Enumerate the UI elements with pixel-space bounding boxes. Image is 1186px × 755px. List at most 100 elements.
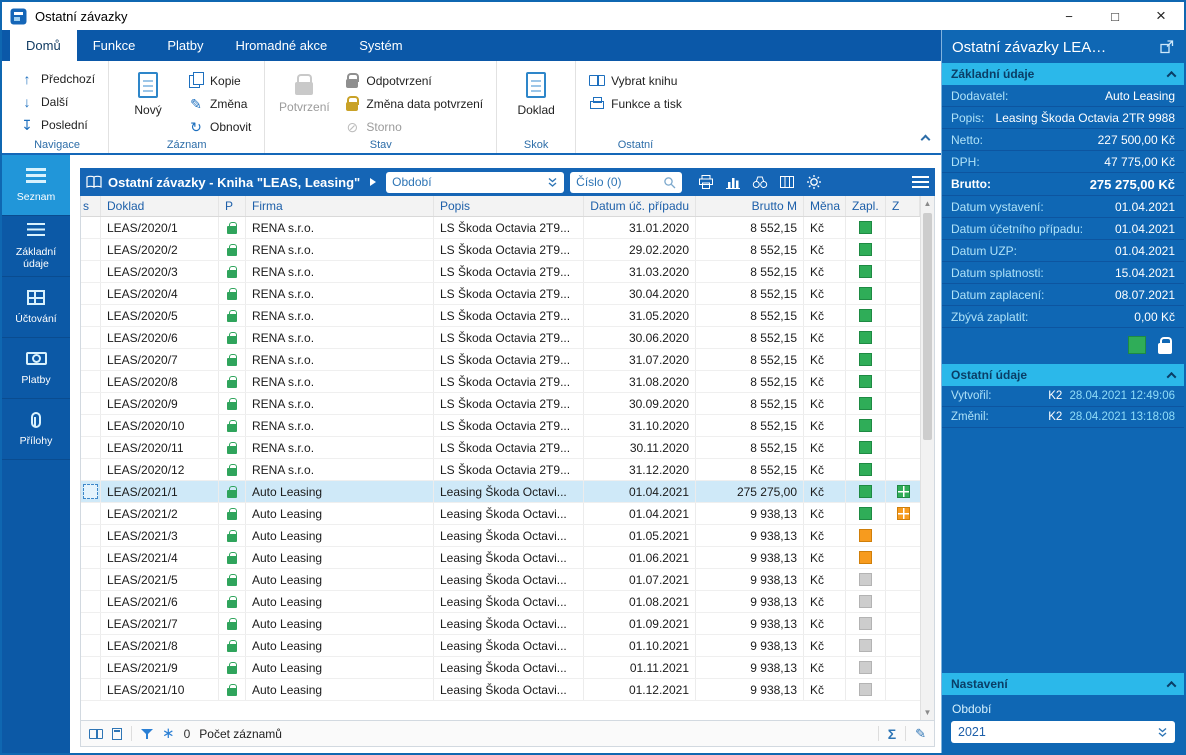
row-selector-cell[interactable] <box>81 261 101 282</box>
record-count-label[interactable]: Počet záznamů <box>199 727 282 741</box>
ribbon-collapse-button[interactable] <box>920 134 931 145</box>
copy-button[interactable]: Kopie <box>185 71 254 90</box>
change-confirm-date-button[interactable]: Změna data potvrzení <box>341 94 486 113</box>
table-row[interactable]: LEAS/2021/1 Auto Leasing Leasing Škoda O… <box>81 481 920 503</box>
table-row[interactable]: LEAS/2020/12 RENA s.r.o. LS Škoda Octavi… <box>81 459 920 481</box>
scroll-up-arrow[interactable]: ▲ <box>921 196 934 211</box>
binoculars-icon[interactable] <box>752 174 768 190</box>
column-header[interactable]: Doklad <box>101 196 219 216</box>
sum-icon[interactable]: Σ <box>888 726 896 742</box>
table-row[interactable]: LEAS/2020/7 RENA s.r.o. LS Škoda Octavia… <box>81 349 920 371</box>
table-row[interactable]: LEAS/2020/9 RENA s.r.o. LS Škoda Octavia… <box>81 393 920 415</box>
select-book-button[interactable]: Vybrat knihu <box>586 71 685 90</box>
view-book-icon[interactable] <box>89 728 103 739</box>
row-selector-cell[interactable] <box>81 371 101 392</box>
previous-button[interactable]: ↑ Předchozí <box>16 69 98 88</box>
open-in-window-icon[interactable] <box>1159 39 1174 54</box>
unconfirm-button[interactable]: Odpotvrzení <box>341 71 486 90</box>
ribbon-tab[interactable]: Hromadné akce <box>219 30 343 61</box>
table-row[interactable]: LEAS/2021/3 Auto Leasing Leasing Škoda O… <box>81 525 920 547</box>
table-row[interactable]: LEAS/2021/6 Auto Leasing Leasing Škoda O… <box>81 591 920 613</box>
table-row[interactable]: LEAS/2020/5 RENA s.r.o. LS Škoda Octavia… <box>81 305 920 327</box>
row-selector-cell[interactable] <box>81 679 101 700</box>
period-filter-combo[interactable]: Období <box>386 171 565 193</box>
sidebar-item[interactable]: Přílohy <box>2 399 70 460</box>
row-selector-cell[interactable] <box>81 481 101 502</box>
row-selector-cell[interactable] <box>81 547 101 568</box>
next-button[interactable]: ↓ Další <box>16 92 98 111</box>
table-row[interactable]: LEAS/2021/5 Auto Leasing Leasing Škoda O… <box>81 569 920 591</box>
section-header-nastaveni[interactable]: Nastavení <box>942 673 1184 695</box>
new-button[interactable]: Nový <box>119 69 177 117</box>
column-header[interactable]: Měna <box>804 196 846 216</box>
row-selector-cell[interactable] <box>81 525 101 546</box>
table-row[interactable]: LEAS/2020/3 RENA s.r.o. LS Škoda Octavia… <box>81 261 920 283</box>
row-selector-cell[interactable] <box>81 635 101 656</box>
sidebar-item[interactable]: Základní údaje <box>2 216 70 277</box>
last-button[interactable]: ↧ Poslední <box>16 115 98 134</box>
period-select[interactable]: 2021 <box>951 721 1175 743</box>
row-selector-cell[interactable] <box>81 503 101 524</box>
gear-icon[interactable] <box>806 174 822 190</box>
scroll-down-arrow[interactable]: ▼ <box>921 705 934 720</box>
row-selector-cell[interactable] <box>81 283 101 304</box>
table-row[interactable]: LEAS/2021/7 Auto Leasing Leasing Škoda O… <box>81 613 920 635</box>
number-search-input[interactable]: Číslo (0) <box>570 171 683 193</box>
table-row[interactable]: LEAS/2020/4 RENA s.r.o. LS Škoda Octavia… <box>81 283 920 305</box>
minimize-button[interactable]: − <box>1046 2 1092 30</box>
freeze-icon[interactable]: ∗ <box>162 726 175 741</box>
sidebar-item[interactable]: Seznam <box>2 155 70 216</box>
refresh-button[interactable]: ↻ Obnovit <box>185 117 254 136</box>
section-header-ostatni-udaje[interactable]: Ostatní údaje <box>942 364 1184 386</box>
column-header[interactable]: Z <box>886 196 920 216</box>
ribbon-tab[interactable]: Funkce <box>77 30 152 61</box>
close-button[interactable]: × <box>1138 2 1184 30</box>
view-page-icon[interactable] <box>112 727 122 740</box>
menu-icon[interactable] <box>912 176 929 188</box>
book-menu-arrow[interactable] <box>370 178 377 186</box>
table-row[interactable]: LEAS/2021/4 Auto Leasing Leasing Škoda O… <box>81 547 920 569</box>
table-row[interactable]: LEAS/2020/8 RENA s.r.o. LS Škoda Octavia… <box>81 371 920 393</box>
row-selector-cell[interactable] <box>81 217 101 238</box>
row-selector-cell[interactable] <box>81 239 101 260</box>
table-row[interactable]: LEAS/2020/6 RENA s.r.o. LS Škoda Octavia… <box>81 327 920 349</box>
table-row[interactable]: LEAS/2021/2 Auto Leasing Leasing Škoda O… <box>81 503 920 525</box>
filter-clear-icon[interactable] <box>141 728 153 740</box>
print-icon[interactable] <box>698 174 714 190</box>
columns-icon[interactable] <box>779 174 795 190</box>
row-selector-cell[interactable] <box>81 305 101 326</box>
section-header-zakladni-udaje[interactable]: Základní údaje <box>942 63 1184 85</box>
table-row[interactable]: LEAS/2020/10 RENA s.r.o. LS Škoda Octavi… <box>81 415 920 437</box>
table-row[interactable]: LEAS/2020/1 RENA s.r.o. LS Škoda Octavia… <box>81 217 920 239</box>
column-header[interactable]: Popis <box>434 196 584 216</box>
edit-icon[interactable]: ✎ <box>915 726 926 742</box>
row-selector-cell[interactable] <box>81 657 101 678</box>
table-row[interactable]: LEAS/2020/2 RENA s.r.o. LS Škoda Octavia… <box>81 239 920 261</box>
ribbon-tab[interactable]: Platby <box>151 30 219 61</box>
maximize-button[interactable]: □ <box>1092 2 1138 30</box>
row-selector-cell[interactable] <box>81 415 101 436</box>
column-header[interactable]: P <box>219 196 246 216</box>
row-selector-cell[interactable] <box>81 569 101 590</box>
row-selector-cell[interactable] <box>81 613 101 634</box>
sidebar-item[interactable]: Platby <box>2 338 70 399</box>
table-row[interactable]: LEAS/2021/10 Auto Leasing Leasing Škoda … <box>81 679 920 701</box>
row-selector-cell[interactable] <box>81 349 101 370</box>
confirm-button[interactable]: Potvrzení <box>275 69 333 114</box>
document-jump-button[interactable]: Doklad <box>507 69 565 117</box>
ribbon-tab[interactable]: Domů <box>10 30 77 61</box>
table-row[interactable]: LEAS/2021/9 Auto Leasing Leasing Škoda O… <box>81 657 920 679</box>
edit-button[interactable]: ✎ Změna <box>185 94 254 113</box>
row-selector-cell[interactable] <box>81 437 101 458</box>
storno-button[interactable]: ⊘ Storno <box>341 117 486 136</box>
chart-icon[interactable] <box>725 174 741 190</box>
functions-print-button[interactable]: Funkce a tisk <box>586 94 685 113</box>
row-selector-cell[interactable] <box>81 393 101 414</box>
column-header[interactable]: s <box>81 196 101 216</box>
row-selector-cell[interactable] <box>81 459 101 480</box>
vertical-scrollbar[interactable]: ▲ ▼ <box>920 196 934 720</box>
row-selector-cell[interactable] <box>81 327 101 348</box>
row-selector-cell[interactable] <box>81 591 101 612</box>
scrollbar-thumb[interactable] <box>923 213 932 441</box>
column-header[interactable]: Zapl. <box>846 196 886 216</box>
